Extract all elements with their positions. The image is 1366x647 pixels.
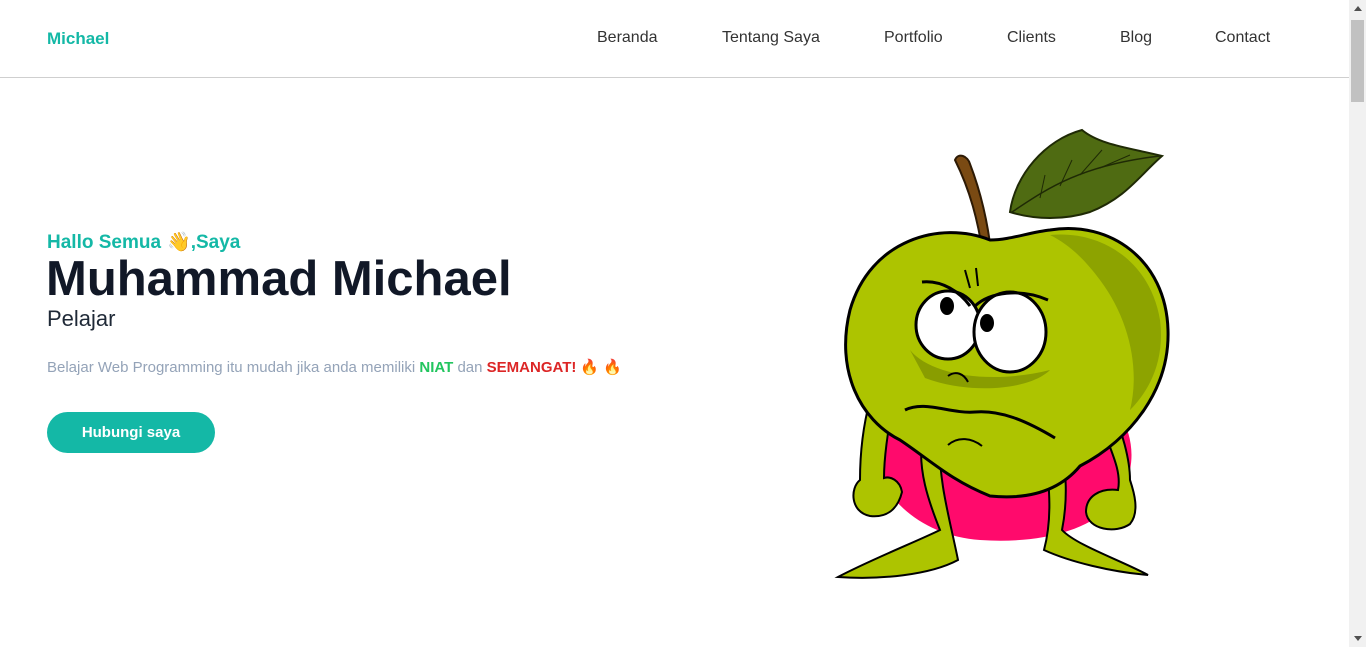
highlight-semangat: SEMANGAT! (486, 359, 577, 376)
hero-role: Pelajar (47, 306, 116, 331)
nav-item-beranda[interactable]: Beranda (597, 29, 658, 47)
hero-name: Muhammad Michael (46, 252, 512, 306)
nav-item-blog[interactable]: Blog (1120, 29, 1152, 47)
vertical-scrollbar[interactable] (1349, 0, 1366, 647)
navbar: Michael Beranda Tentang Saya Portfolio C… (0, 0, 1349, 78)
description-text-1: Belajar Web Programming itu mudah jika a… (47, 359, 420, 376)
grumpy-apple-illustration (834, 128, 1170, 579)
fire-icon-2: 🔥 (603, 359, 622, 376)
scroll-down-arrow-icon[interactable] (1349, 630, 1366, 647)
greeting-prefix: Hallo Semua (47, 232, 162, 253)
brand-logo[interactable]: Michael (47, 29, 109, 49)
nav-item-portfolio[interactable]: Portfolio (884, 29, 943, 47)
hero-description: Belajar Web Programming itu mudah jika a… (47, 358, 622, 376)
apple-leaf (1008, 128, 1165, 219)
nav-item-clients[interactable]: Clients (1007, 29, 1056, 47)
apple-right-eye (972, 290, 1048, 374)
highlight-niat: NIAT (419, 359, 454, 376)
greeting-suffix: ,Saya (190, 232, 241, 253)
nav-item-tentang-saya[interactable]: Tentang Saya (722, 29, 820, 47)
contact-me-button[interactable]: Hubungi saya (47, 412, 215, 453)
page: Michael Beranda Tentang Saya Portfolio C… (0, 0, 1366, 647)
description-text-2: dan (453, 359, 487, 376)
fire-icon: 🔥 (580, 359, 600, 376)
nav-item-contact[interactable]: Contact (1215, 29, 1270, 47)
scrollbar-thumb[interactable] (1351, 20, 1364, 102)
scroll-up-arrow-icon[interactable] (1349, 0, 1366, 17)
